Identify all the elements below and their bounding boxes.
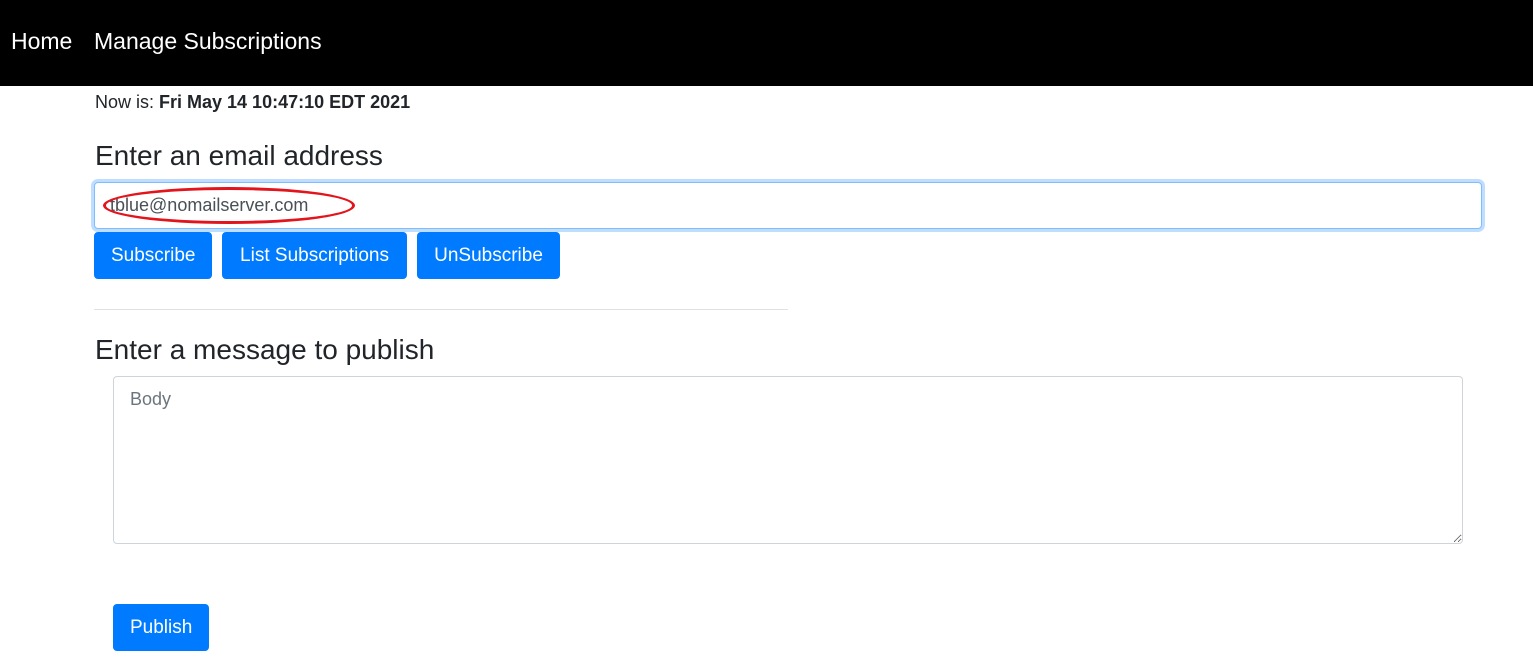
current-time-value: Fri May 14 10:47:10 EDT 2021 (159, 92, 411, 112)
current-time-line: Now is: Fri May 14 10:47:10 EDT 2021 (95, 90, 410, 114)
message-body-textarea[interactable] (113, 376, 1463, 544)
section-divider (94, 309, 788, 310)
email-input[interactable] (94, 182, 1482, 229)
publish-button[interactable]: Publish (113, 604, 209, 651)
top-navbar: Home Manage Subscriptions (0, 0, 1533, 86)
subscribe-button[interactable]: Subscribe (94, 232, 212, 279)
list-subscriptions-button[interactable]: List Subscriptions (222, 232, 407, 279)
unsubscribe-button[interactable]: UnSubscribe (417, 232, 560, 279)
nav-manage-subscriptions-link[interactable]: Manage Subscriptions (94, 26, 322, 56)
current-time-prefix: Now is: (95, 92, 160, 112)
nav-home-link[interactable]: Home (11, 26, 72, 56)
email-heading: Enter an email address (95, 140, 383, 171)
message-heading: Enter a message to publish (95, 334, 435, 365)
